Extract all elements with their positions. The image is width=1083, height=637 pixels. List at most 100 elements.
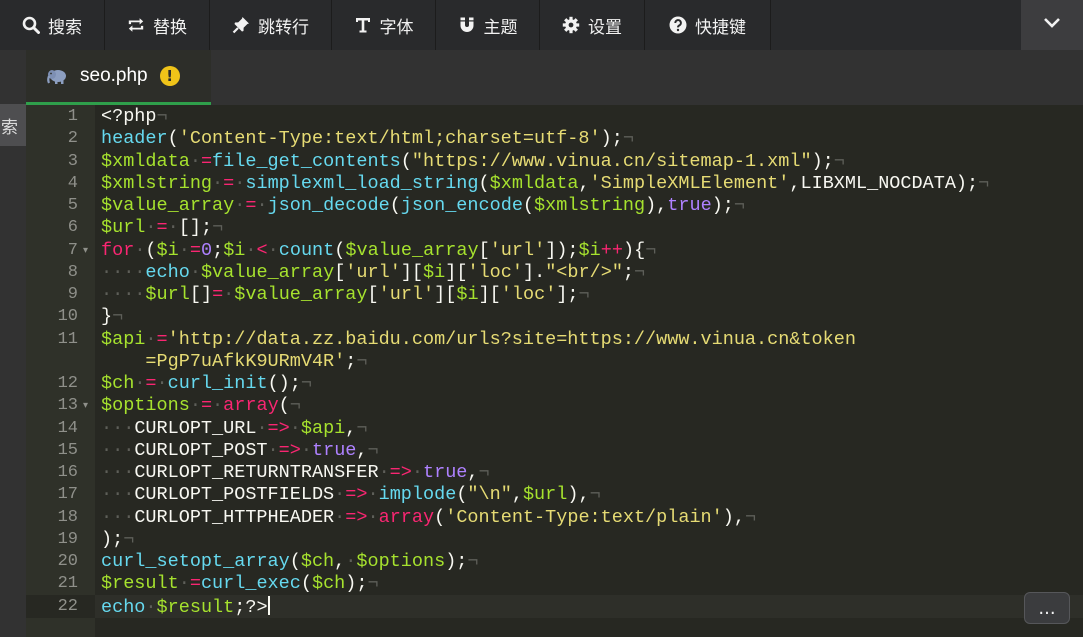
code-token: ].	[522, 261, 546, 283]
code-token: ++	[600, 239, 623, 261]
code-token: =	[200, 395, 213, 417]
code-token: simplexml_load_string	[245, 172, 479, 194]
code-token: for	[101, 239, 135, 261]
code-token: ¬	[833, 150, 845, 172]
code-token: ·	[367, 506, 379, 528]
code-token: $ch	[311, 573, 346, 595]
code-line: $url·=·[];¬	[101, 217, 223, 239]
code-token: ,	[345, 417, 357, 439]
code-token: ·	[256, 195, 268, 216]
code-token: ·	[411, 462, 423, 483]
more-options-button[interactable]: ...	[1024, 592, 1070, 624]
settings-button-label: 设置	[588, 17, 622, 38]
code-token: =PgP7uAfkK9URmV4R'	[145, 350, 346, 372]
text-icon	[354, 16, 372, 34]
code-token: $ch	[300, 551, 335, 572]
font-button-label: 字体	[379, 17, 414, 38]
code-token: "https://www.vinua.cn/sitemap-1.xml"	[411, 150, 812, 172]
code-token: 'SimpleXMLElement'	[589, 172, 790, 194]
code-token: CURLOPT_URL	[134, 417, 257, 439]
line-number: 10	[57, 307, 78, 327]
code-token: =	[156, 328, 168, 350]
code-token: 'url'	[345, 261, 401, 283]
code-token: (	[389, 195, 401, 216]
code-token: =	[189, 573, 201, 595]
settings-button[interactable]: 设置	[540, 0, 645, 50]
elephant-icon	[46, 68, 68, 84]
code-token: 'Content-Type:text/plain'	[445, 506, 723, 528]
code-token: curl_exec	[200, 573, 301, 595]
goto-line-button[interactable]: 跳转行	[210, 0, 332, 50]
code-token: ¬	[212, 217, 224, 239]
code-token: ·	[178, 573, 190, 595]
code-token: ¬	[634, 261, 646, 283]
code-token: }	[101, 306, 113, 328]
line-number: 12	[57, 374, 78, 393]
code-token: ][	[478, 284, 501, 305]
code-token: ·	[289, 417, 301, 439]
code-token: ,LIBXML_NOCDATA);	[789, 172, 979, 194]
line-number: 9	[67, 285, 78, 304]
code-token: echo	[101, 596, 146, 618]
font-button[interactable]: 字体	[332, 0, 436, 50]
line-number: 14	[57, 418, 78, 438]
code-token: [];	[178, 217, 213, 239]
code-token: ¬	[367, 573, 379, 595]
code-token: ][	[434, 284, 457, 305]
file-tab-title: seo.php	[80, 65, 148, 86]
code-token: $ch	[101, 373, 135, 394]
fold-arrow-icon[interactable]: ▾	[83, 240, 93, 262]
code-token: ·	[167, 217, 179, 239]
theme-button[interactable]: 主题	[436, 0, 540, 50]
code-token: CURLOPT_POST	[134, 439, 268, 461]
more-options-label: ...	[1038, 597, 1056, 619]
code-token: ·	[334, 484, 346, 506]
code-token: =	[200, 150, 213, 172]
code-token: json_encode	[400, 195, 523, 216]
line-number: 13	[57, 396, 78, 416]
code-line: ····echo·$value_array['url'][$i]['loc'].…	[101, 262, 645, 284]
code-token: $options	[356, 551, 446, 572]
fold-arrow-icon[interactable]: ▾	[83, 395, 93, 417]
code-token: $options	[101, 395, 190, 417]
code-token: [	[478, 239, 490, 261]
code-token: ;	[212, 239, 224, 261]
code-token: ···	[101, 462, 135, 483]
code-token: ¬	[478, 462, 490, 483]
code-line: curl_setopt_array($ch,·$options);¬	[101, 551, 479, 573]
code-token: ¬	[622, 128, 634, 150]
code-token: "\n"	[467, 484, 512, 506]
code-line: );¬	[101, 529, 134, 551]
code-token: (	[400, 150, 412, 172]
code-editor[interactable]: <?php¬ header('Content-Type:text/html;cha…	[95, 105, 1083, 637]
shortcuts-button-label: 快捷键	[695, 17, 746, 38]
replace-button[interactable]: 替换	[105, 0, 210, 50]
code-line: header('Content-Type:text/html;charset=u…	[101, 128, 634, 150]
code-line: ···CURLOPT_POST·=>·true,¬	[101, 440, 379, 462]
code-line: ···CURLOPT_HTTPHEADER·=>·array('Content-…	[101, 507, 756, 529]
code-token: ·	[134, 373, 146, 394]
code-token: ·	[178, 239, 190, 261]
code-token: ·	[234, 195, 246, 216]
code-token: ·	[156, 373, 168, 394]
code-token: count	[278, 239, 335, 261]
code-line: <?php¬	[101, 106, 168, 128]
collapse-toolbar-button[interactable]	[1021, 0, 1083, 50]
code-token: ·	[345, 551, 357, 572]
file-tab-seo-php[interactable]: seo.php !	[26, 50, 211, 105]
search-button-label: 搜索	[48, 17, 82, 38]
search-icon	[22, 16, 40, 34]
code-token: ·	[245, 239, 257, 261]
search-button[interactable]: 搜索	[0, 0, 105, 50]
code-token: );	[101, 528, 124, 550]
warning-icon: !	[159, 66, 180, 86]
code-line: ···CURLOPT_RETURNTRANSFER·=>·true,¬	[101, 462, 490, 484]
side-panel-tab[interactable]: 索	[0, 104, 26, 146]
code-token: =	[223, 172, 235, 194]
shortcuts-button[interactable]: 快捷键	[645, 0, 771, 50]
code-token: 'url'	[378, 284, 435, 305]
code-token: ,	[467, 462, 479, 483]
help-icon	[669, 16, 687, 34]
code-token: ]);	[545, 239, 579, 261]
line-number: 8	[67, 262, 78, 282]
